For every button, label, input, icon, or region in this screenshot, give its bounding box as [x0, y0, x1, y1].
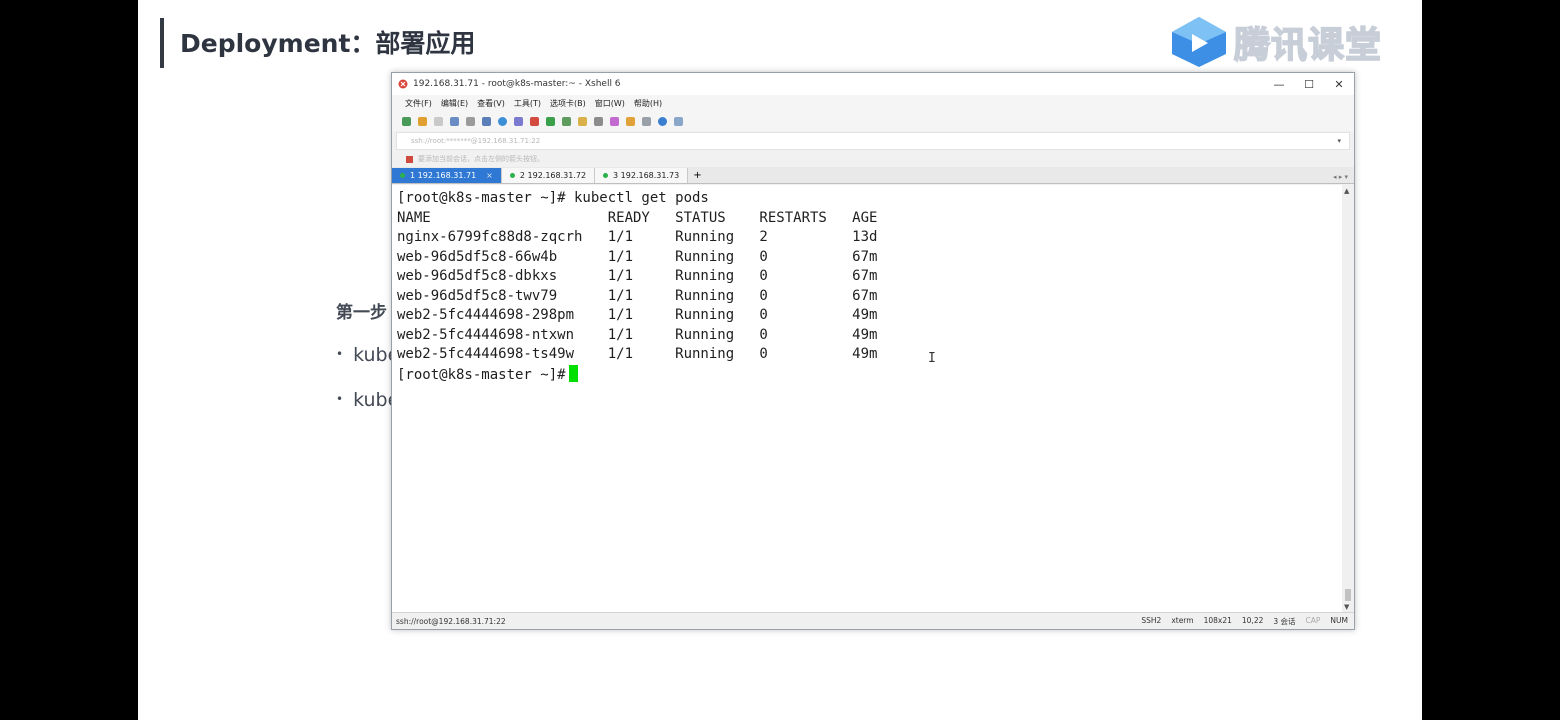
step-label: 第一步 [336, 303, 387, 323]
address-text: ssh://root:*******@192.168.31.71:22 [411, 137, 541, 145]
keyboard-icon[interactable] [594, 116, 603, 126]
status-caps: CAP [1305, 615, 1321, 625]
window-titlebar[interactable]: 192.168.31.71 - root@k8s-master:~ - Xshe… [392, 73, 1354, 95]
scroll-down-icon[interactable]: ▼ [1344, 603, 1349, 611]
menu-help[interactable]: 帮助(H) [634, 98, 662, 109]
terminal-line: web-96d5df5c8-twv79 1/1 Running 0 67m [397, 287, 878, 304]
minimize-button[interactable]: — [1264, 78, 1294, 91]
online-dot-icon [400, 173, 405, 178]
find-icon[interactable] [466, 116, 475, 126]
bullet-item: • kube [336, 344, 400, 366]
script-icon[interactable] [610, 116, 619, 126]
terminal-prompt: [root@k8s-master ~]# [397, 366, 566, 383]
terminal-line: NAME READY STATUS RESTARTS AGE [397, 209, 878, 226]
window-title: 192.168.31.71 - root@k8s-master:~ - Xshe… [413, 79, 621, 89]
fullscreen-icon[interactable] [562, 116, 571, 126]
tab-session-3[interactable]: 3 192.168.31.73 [595, 168, 689, 183]
slide-title: Deployment：部署应用 [180, 29, 476, 58]
tab-nav-arrows-icon[interactable]: ◂ ▸ ▾ [1333, 173, 1348, 181]
terminal-line: web2-5fc4444698-ts49w 1/1 Running 0 49m [397, 346, 878, 362]
status-term: xterm [1171, 615, 1194, 625]
tab-session-2[interactable]: 2 192.168.31.72 [501, 168, 596, 183]
terminal-line: web-96d5df5c8-66w4b 1/1 Running 0 67m [397, 248, 878, 265]
chat-icon[interactable] [674, 116, 683, 126]
address-bar[interactable]: ssh://root:*******@192.168.31.71:22 ▾ [396, 132, 1350, 150]
tab-label: 1 192.168.31.71 [410, 171, 477, 180]
maximize-button[interactable]: ☐ [1294, 78, 1324, 91]
tencent-classroom-logo: 腾讯课堂 [1168, 14, 1388, 70]
xftp-icon[interactable] [530, 116, 539, 126]
hint-text: 要添加当前会话，点击左侧的箭头按钮。 [418, 155, 544, 163]
xshell-window: 192.168.31.71 - root@k8s-master:~ - Xshe… [391, 72, 1355, 630]
tab-close-icon[interactable]: × [486, 171, 493, 180]
title-accent-bar [160, 18, 164, 68]
logo-text: 腾讯课堂 [1233, 24, 1383, 67]
terminal-cursor [568, 364, 578, 382]
print-icon[interactable] [482, 116, 491, 126]
terminal-line: nginx-6799fc88d8-zqcrh 1/1 Running 2 13d [397, 229, 878, 245]
status-size: 108x21 [1203, 615, 1232, 625]
status-position: 10,22 [1241, 615, 1264, 625]
layout-icon[interactable] [642, 116, 651, 126]
menu-edit[interactable]: 编辑(E) [441, 98, 468, 109]
session-hint-bar: 要添加当前会话，点击左侧的箭头按钮。 [392, 151, 1354, 167]
tab-session-1[interactable]: 1 192.168.31.71 × [392, 168, 502, 183]
font-icon[interactable] [514, 116, 523, 126]
session-tabs: 1 192.168.31.71 × 2 192.168.31.72 3 192.… [392, 167, 1354, 184]
status-connection: ssh://root@192.168.31.71:22 [396, 616, 506, 626]
add-tab-button[interactable]: + [688, 168, 706, 183]
status-protocol: SSH2 [1141, 615, 1162, 625]
terminal-output: [root@k8s-master ~]# kubectl get pods NA… [392, 185, 1342, 385]
toolbar [392, 111, 1354, 131]
terminal-screen[interactable]: [root@k8s-master ~]# kubectl get pods NA… [392, 185, 1342, 613]
menu-view[interactable]: 查看(V) [477, 98, 505, 109]
scrollbar-thumb[interactable] [1345, 589, 1351, 601]
open-folder-icon[interactable] [418, 116, 427, 126]
bullet-item: • kube [336, 389, 400, 411]
terminal-line: web2-5fc4444698-298pm 1/1 Running 0 49m [397, 307, 878, 323]
close-button[interactable]: ✕ [1324, 78, 1354, 91]
scroll-up-icon[interactable]: ▲ [1344, 187, 1349, 195]
menu-tab[interactable]: 选项卡(B) [550, 98, 586, 109]
menu-tools[interactable]: 工具(T) [514, 98, 541, 109]
terminal-line: web-96d5df5c8-dbkxs 1/1 Running 0 67m [397, 268, 878, 284]
lock-icon[interactable] [578, 116, 587, 126]
disconnect-icon[interactable] [434, 116, 443, 126]
terminal-line: [root@k8s-master ~]# kubectl get pods [397, 190, 709, 206]
menu-bar: 文件(F) 编辑(E) 查看(V) 工具(T) 选项卡(B) 窗口(W) 帮助(… [392, 95, 1354, 111]
online-dot-icon [603, 173, 609, 178]
compose-icon[interactable] [626, 116, 635, 126]
new-session-icon[interactable] [402, 116, 411, 126]
menu-file[interactable]: 文件(F) [405, 98, 432, 109]
status-bar: ssh://root@192.168.31.71:22 SSH2 xterm 1… [392, 612, 1354, 629]
online-dot-icon [509, 173, 515, 178]
transfer-icon[interactable] [546, 116, 555, 126]
globe-icon[interactable] [498, 116, 507, 126]
menu-window[interactable]: 窗口(W) [595, 98, 625, 109]
copy-icon[interactable] [450, 116, 459, 126]
tab-label: 2 192.168.31.72 [519, 171, 587, 180]
dropdown-arrow-icon[interactable]: ▾ [1337, 137, 1341, 145]
bookmark-icon[interactable] [406, 155, 413, 163]
text-cursor-ibeam-icon: I [928, 351, 936, 366]
status-sessions: 3 会话 [1273, 616, 1296, 626]
play-logo-icon [1172, 17, 1226, 67]
status-num: NUM [1330, 615, 1348, 625]
terminal-line: web2-5fc4444698-ntxwn 1/1 Running 0 49m [397, 326, 878, 343]
xshell-app-icon [398, 79, 408, 89]
help-icon[interactable] [658, 116, 667, 126]
terminal-scrollbar[interactable]: ▲ ▼ [1342, 185, 1354, 613]
tab-label: 3 192.168.31.73 [613, 171, 680, 180]
